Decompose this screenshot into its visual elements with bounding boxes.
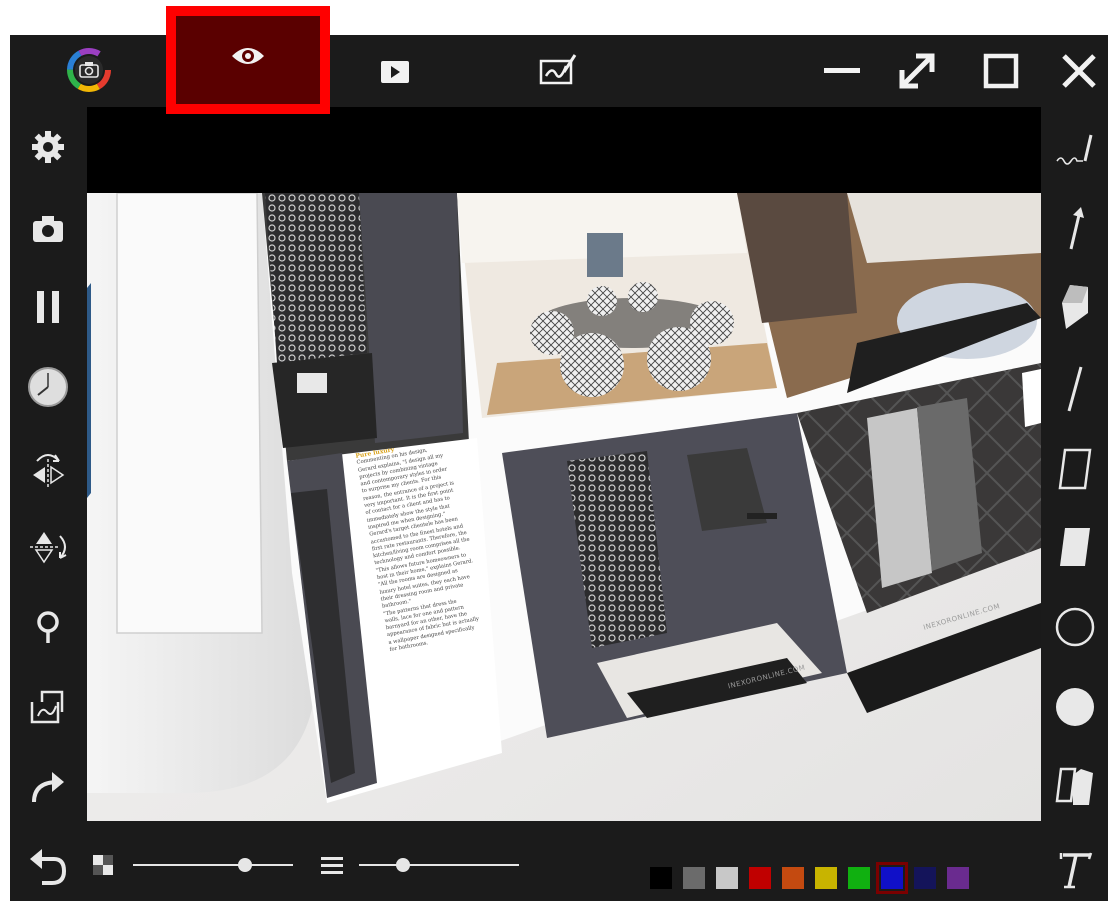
camera-button[interactable]: [18, 199, 78, 259]
signature-tool[interactable]: [1045, 119, 1105, 179]
pause-button[interactable]: [18, 277, 78, 337]
signature-icon: [1056, 134, 1093, 165]
flip-vertical-icon: [30, 532, 67, 564]
capture-viewport[interactable]: Pure luxury Commenting on his design, Ger…: [87, 107, 1041, 821]
export-icon: [30, 690, 64, 724]
opacity-slider[interactable]: [133, 857, 293, 873]
draw-board-button[interactable]: [530, 45, 586, 95]
text-icon: [1059, 852, 1093, 889]
undo-button[interactable]: [18, 837, 78, 897]
color-swatch[interactable]: [815, 867, 837, 889]
highlighted-eye-icon: [232, 48, 264, 64]
settings-button[interactable]: [18, 117, 78, 177]
app-window: Pure luxury Commenting on his design, Ger…: [10, 35, 1108, 901]
restore-icon: [899, 53, 935, 89]
captured-photo: Pure luxury Commenting on his design, Ger…: [87, 193, 1041, 821]
gear-icon: [32, 131, 64, 163]
export-button[interactable]: [18, 677, 78, 737]
color-swatch[interactable]: [683, 867, 705, 889]
color-swatch[interactable]: [716, 867, 738, 889]
rectangle-filled-tool[interactable]: [1045, 517, 1105, 577]
rectangle-filled-icon: [1060, 528, 1090, 566]
search-icon: [37, 611, 59, 643]
line-icon: [1067, 366, 1083, 412]
clock-icon: [28, 367, 68, 407]
restore-button[interactable]: [892, 47, 942, 95]
highlighter-icon: [1062, 285, 1088, 329]
close-button[interactable]: [1054, 47, 1104, 95]
play-icon: [381, 61, 409, 83]
text-tool[interactable]: [1045, 839, 1105, 899]
camera-icon: [33, 216, 63, 242]
color-swatch[interactable]: [876, 862, 908, 894]
arrow-tool[interactable]: [1045, 199, 1105, 259]
eraser-icon: [1055, 767, 1093, 805]
play-button[interactable]: [370, 49, 420, 95]
zoom-button[interactable]: [18, 597, 78, 657]
color-swatch[interactable]: [848, 867, 870, 889]
stroke-width-icon: [321, 857, 343, 875]
flip-horizontal-button[interactable]: [18, 439, 78, 499]
color-swatch[interactable]: [650, 867, 672, 889]
article-body: Commenting on his design, Gerard explains…: [356, 425, 587, 654]
color-swatch[interactable]: [947, 867, 969, 889]
highlighter-tool[interactable]: [1045, 277, 1105, 337]
flip-horizontal-icon: [33, 454, 65, 487]
flip-vertical-button[interactable]: [18, 517, 78, 577]
maximize-button[interactable]: [976, 47, 1026, 95]
undo-icon: [30, 849, 67, 885]
minimize-icon: [824, 68, 860, 73]
redo-icon: [32, 772, 64, 803]
draw-board-icon: [539, 54, 577, 85]
color-wheel-camera-icon: [67, 48, 111, 92]
color-swatch[interactable]: [914, 867, 936, 889]
right-toolbar: [1041, 107, 1108, 901]
color-swatch[interactable]: [782, 867, 804, 889]
maximize-icon: [983, 53, 1019, 89]
pause-icon: [37, 291, 59, 323]
opacity-icon: [93, 855, 113, 875]
color-swatch[interactable]: [749, 867, 771, 889]
camera-color-wheel-button[interactable]: [64, 45, 114, 95]
highlight-box-annotation: [166, 6, 330, 114]
circle-filled-tool[interactable]: [1045, 677, 1105, 737]
line-tool[interactable]: [1045, 359, 1105, 419]
opacity-slider-knob[interactable]: [238, 858, 253, 872]
stroke-width-slider-knob[interactable]: [395, 858, 410, 872]
circle-outline-tool[interactable]: [1045, 597, 1105, 657]
close-icon: [1062, 54, 1096, 88]
circle-outline-icon: [1055, 607, 1095, 647]
bottom-toolbar: [87, 821, 1041, 901]
minimize-button[interactable]: [818, 49, 866, 93]
stroke-width-slider[interactable]: [359, 857, 519, 873]
left-toolbar: [10, 107, 87, 901]
circle-filled-icon: [1056, 688, 1094, 726]
article-text-column: Pure luxury Commenting on his design, Ger…: [355, 418, 587, 654]
eraser-tool[interactable]: [1045, 757, 1105, 817]
rectangle-outline-tool[interactable]: [1045, 439, 1105, 499]
redo-button[interactable]: [18, 757, 78, 817]
arrow-up-icon: [1069, 207, 1084, 250]
rectangle-outline-icon: [1058, 448, 1092, 490]
timer-button[interactable]: [18, 357, 78, 417]
